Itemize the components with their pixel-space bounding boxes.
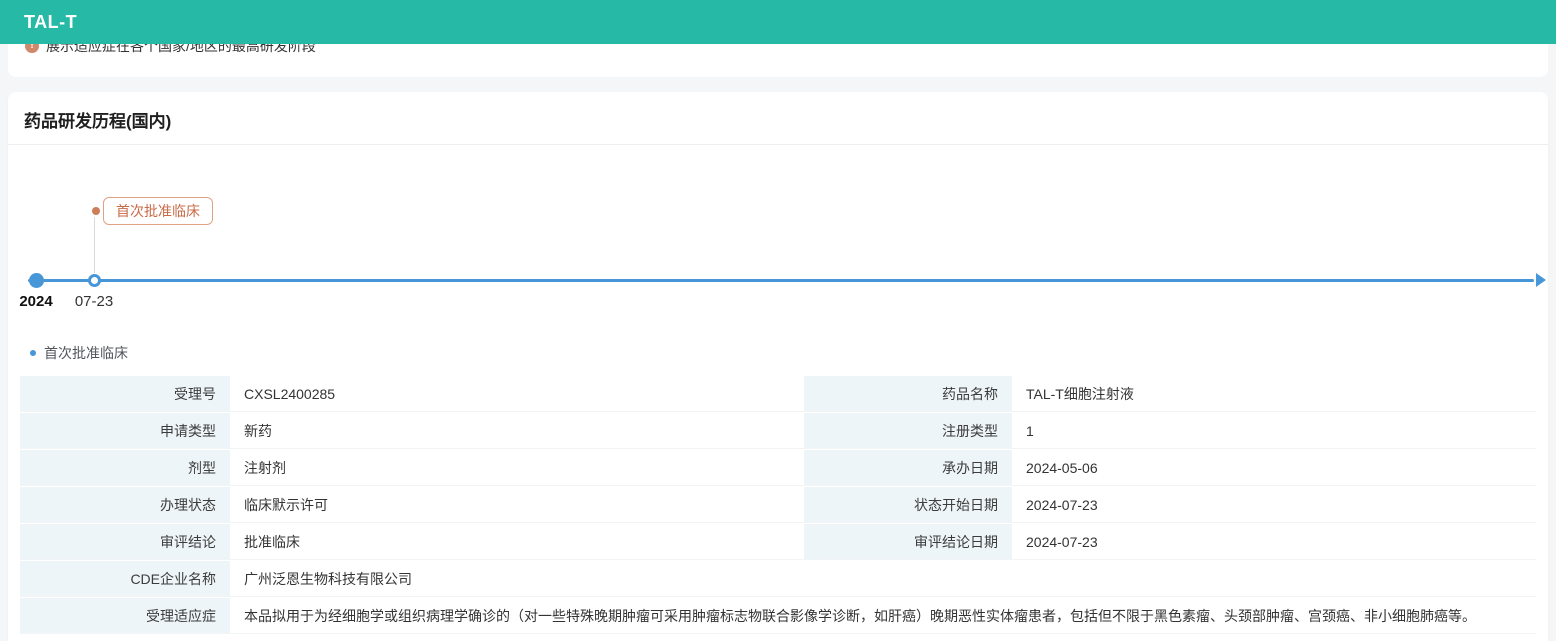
rd-timeline: 首次批准临床 2024 07-23 (8, 145, 1548, 317)
field-value: 2024-07-23 (1012, 524, 1536, 559)
field-label: 注册类型 (804, 413, 1012, 448)
field-label: 剂型 (20, 450, 230, 485)
field-value: 新药 (230, 413, 791, 448)
field-value: 1 (1012, 413, 1536, 448)
table-row: 办理状态 临床默示许可 状态开始日期 2024-07-23 (20, 487, 1536, 523)
table-row: 受理号 CXSL2400285 药品名称 TAL-T细胞注射液 (20, 376, 1536, 412)
field-label: 办理状态 (20, 487, 230, 522)
app-header-bar: TAL-T (0, 0, 1556, 44)
bullet-icon (30, 350, 36, 356)
timeline-date-label: 07-23 (66, 293, 122, 310)
section-title: 药品研发历程(国内) (8, 92, 1548, 145)
field-value: CXSL2400285 (230, 376, 791, 411)
field-value: 本品拟用于为经细胞学或组织病理学确诊的（对一些特殊晚期肿瘤可采用肿瘤标志物联合影… (230, 598, 1536, 633)
table-row: 审评结论 批准临床 审评结论日期 2024-07-23 (20, 524, 1536, 560)
table-row: 剂型 注射剂 承办日期 2024-05-06 (20, 450, 1536, 486)
timeline-year-dot (29, 273, 44, 288)
field-label: 状态开始日期 (804, 487, 1012, 522)
table-row: CDE企业名称 广州泛恩生物科技有限公司 (20, 561, 1536, 597)
field-value: 注射剂 (230, 450, 791, 485)
column-gap (791, 487, 804, 522)
field-label: 承办日期 (804, 450, 1012, 485)
timeline-axis (28, 279, 1534, 282)
field-label: 申请类型 (20, 413, 230, 448)
event-marker-dot (92, 207, 100, 215)
field-value: 临床默示许可 (230, 487, 791, 522)
column-gap (791, 450, 804, 485)
timeline-arrow-icon (1536, 273, 1546, 287)
table-row: 申请类型 新药 注册类型 1 (20, 413, 1536, 449)
page-title: TAL-T (24, 12, 77, 33)
column-gap (791, 524, 804, 559)
rd-history-card: 药品研发历程(国内) 首次批准临床 2024 07-23 首次批准临床 受理号 … (8, 92, 1548, 641)
detail-table: 受理号 CXSL2400285 药品名称 TAL-T细胞注射液 申请类型 新药 … (20, 376, 1536, 634)
field-label: CDE企业名称 (20, 561, 230, 596)
field-value: 广州泛恩生物科技有限公司 (230, 561, 1536, 596)
field-value: 2024-05-06 (1012, 450, 1536, 485)
timeline-year-label: 2024 (12, 293, 60, 310)
event-connector-line (94, 217, 95, 273)
timeline-event-tag[interactable]: 首次批准临床 (103, 197, 213, 225)
detail-section-heading: 首次批准临床 (30, 343, 1548, 363)
field-value: TAL-T细胞注射液 (1012, 376, 1536, 411)
field-label: 受理适应症 (20, 598, 230, 633)
column-gap (791, 413, 804, 448)
field-label: 药品名称 (804, 376, 1012, 411)
column-gap (791, 376, 804, 411)
table-row: 受理适应症 本品拟用于为经细胞学或组织病理学确诊的（对一些特殊晚期肿瘤可采用肿瘤… (20, 598, 1536, 634)
detail-heading-text: 首次批准临床 (44, 343, 128, 363)
field-label: 受理号 (20, 376, 230, 411)
field-value: 2024-07-23 (1012, 487, 1536, 522)
timeline-event-dot[interactable] (88, 274, 101, 287)
field-label: 审评结论 (20, 524, 230, 559)
field-label: 审评结论日期 (804, 524, 1012, 559)
field-value: 批准临床 (230, 524, 791, 559)
